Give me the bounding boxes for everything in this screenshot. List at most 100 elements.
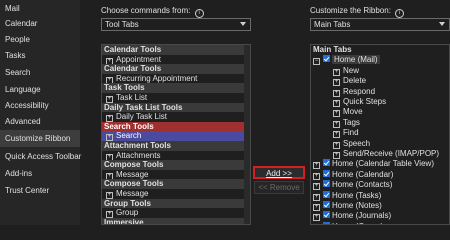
expand-icon[interactable]: + xyxy=(313,183,320,191)
nav-item-add-ins[interactable]: Add-ins xyxy=(0,165,80,182)
ribbon-tab-item[interactable]: − Home (Mail) xyxy=(311,55,449,66)
expand-icon[interactable]: + xyxy=(333,131,340,139)
tool-group-header[interactable]: Compose Tools xyxy=(102,179,250,189)
ribbon-group-item[interactable]: + Move xyxy=(311,107,449,118)
customize-ribbon-text: Customize the Ribbon: xyxy=(310,6,391,15)
expand-icon[interactable]: + xyxy=(313,193,320,201)
tool-tab-item[interactable]: + Search xyxy=(102,131,250,142)
expand-icon[interactable]: + xyxy=(333,68,340,76)
expand-icon[interactable]: + xyxy=(333,79,340,87)
collapse-icon[interactable]: − xyxy=(313,58,320,66)
ribbon-group-item[interactable]: + Tags xyxy=(311,118,449,128)
scrollbar[interactable] xyxy=(244,45,250,224)
tool-tab-item[interactable]: + Group xyxy=(102,208,250,219)
add-button-label: Add >> xyxy=(266,169,292,178)
expand-icon[interactable]: + xyxy=(313,204,320,211)
expand-icon[interactable]: + xyxy=(333,89,340,97)
nav-item-calendar[interactable]: Calendar xyxy=(0,15,80,32)
tool-tab-item[interactable]: + Task List xyxy=(102,93,250,103)
nav-item-tasks[interactable]: Tasks xyxy=(0,47,80,64)
customize-ribbon-dropdown[interactable]: Main Tabs xyxy=(310,18,450,31)
ribbon-tab-item[interactable]: + Home (Contacts) xyxy=(311,180,449,191)
nav-item-advanced[interactable]: Advanced xyxy=(0,113,80,130)
checkbox-checked[interactable] xyxy=(323,190,330,198)
row-label: Appointment xyxy=(116,54,161,64)
tool-group-header[interactable]: Task Tools xyxy=(102,83,250,93)
ribbon-group-item[interactable]: + Delete xyxy=(311,76,449,87)
tool-group-header[interactable]: Calendar Tools xyxy=(102,64,250,74)
ribbon-tabs-tree[interactable]: Main Tabs − Home (Mail) + New + Delete + Respon… xyxy=(310,44,450,225)
row-label: Home (Group) xyxy=(332,222,383,224)
checkbox-checked[interactable] xyxy=(323,211,330,219)
row-label: Respond xyxy=(343,86,376,96)
row-label: Attachments xyxy=(116,150,161,160)
info-icon[interactable]: i xyxy=(194,9,204,18)
tool-tab-item[interactable]: + Attachments xyxy=(102,151,250,161)
ribbon-tab-item[interactable]: + Home (Tasks) xyxy=(311,190,449,201)
expand-icon[interactable]: + xyxy=(313,162,320,170)
choose-commands-dropdown[interactable]: Tool Tabs xyxy=(101,18,251,31)
checkbox-checked[interactable] xyxy=(323,169,330,177)
checkbox-checked[interactable] xyxy=(323,55,330,63)
nav-item-accessibility[interactable]: Accessibility xyxy=(0,97,80,114)
expand-icon[interactable]: + xyxy=(333,110,340,118)
checkbox-checked[interactable] xyxy=(323,180,330,188)
info-icon[interactable]: i xyxy=(395,9,405,18)
add-button[interactable]: Add >> xyxy=(253,166,305,179)
remove-button[interactable]: << Remove xyxy=(254,181,304,194)
row-label: Home (Contacts) xyxy=(332,180,393,190)
ribbon-group-item[interactable]: + New xyxy=(311,66,449,76)
row-label: Calendar Tools xyxy=(104,45,162,54)
tool-tab-item[interactable]: + Daily Task List xyxy=(102,112,250,123)
ribbon-tab-item[interactable]: +Home (Group) xyxy=(311,221,449,224)
expand-icon[interactable]: + xyxy=(333,152,340,159)
row-label: Move xyxy=(343,107,363,117)
row-label: Compose Tools xyxy=(104,179,164,189)
ribbon-group-item[interactable]: + Send/Receive (IMAP/POP) xyxy=(311,149,449,159)
choose-commands-text: Choose commands from: xyxy=(101,6,191,15)
ribbon-tab-item[interactable]: + Home (Calendar) xyxy=(311,169,449,180)
row-label: Find xyxy=(343,128,359,138)
ribbon-group-item[interactable]: + Speech xyxy=(311,139,449,149)
row-label: Daily Task List xyxy=(116,112,167,122)
ribbon-group-item[interactable]: + Quick Steps xyxy=(311,97,449,107)
tool-group-header[interactable]: Search Tools xyxy=(102,121,250,132)
nav-item-quick-access-toolbar[interactable]: Quick Access Toolbar xyxy=(0,148,81,165)
expand-icon[interactable]: + xyxy=(333,100,340,107)
nav-item-language[interactable]: Language xyxy=(0,81,80,98)
tool-tab-item[interactable]: + Appointment xyxy=(102,55,250,65)
checkbox-checked[interactable] xyxy=(323,201,330,208)
nav-item-trust-center[interactable]: Trust Center xyxy=(0,182,80,199)
expand-icon[interactable]: + xyxy=(313,214,320,222)
row-label: Search Tools xyxy=(104,121,154,131)
tool-tab-item[interactable]: + Recurring Appointment xyxy=(102,74,250,84)
checkbox-checked[interactable] xyxy=(323,159,330,167)
tool-group-header[interactable]: Attachment Tools xyxy=(102,141,250,151)
ribbon-tab-item[interactable]: + Home (Calendar Table View) xyxy=(311,159,449,170)
row-label: Group Tools xyxy=(104,198,151,208)
tool-tab-item[interactable]: + Message xyxy=(102,189,250,199)
tree-header: Main Tabs xyxy=(313,45,352,54)
checkbox-checked[interactable] xyxy=(323,221,330,224)
expand-icon[interactable]: + xyxy=(333,141,340,149)
nav-item-people[interactable]: People xyxy=(0,31,80,48)
row-label: Message xyxy=(116,189,149,198)
nav-item-search[interactable]: Search xyxy=(0,64,80,81)
nav-item-customize-ribbon[interactable]: Customize Ribbon xyxy=(0,130,80,147)
tool-group-header[interactable]: Calendar Tools xyxy=(102,45,250,55)
expand-icon[interactable]: + xyxy=(313,172,320,180)
ribbon-tab-item[interactable]: + Home (Journals) xyxy=(311,211,449,222)
commands-list[interactable]: Calendar Tools + Appointment Calendar Tools… xyxy=(101,44,251,225)
nav-divider xyxy=(4,141,76,142)
tool-group-header[interactable]: Group Tools xyxy=(102,198,250,209)
ribbon-group-item[interactable]: + Respond xyxy=(311,87,449,97)
expand-icon[interactable]: + xyxy=(333,120,340,128)
row-label: Quick Steps xyxy=(343,97,387,106)
ribbon-group-item[interactable]: + Find xyxy=(311,128,449,139)
tool-group-header[interactable]: Immersive xyxy=(102,217,250,224)
tool-tab-item[interactable]: + Message xyxy=(102,170,250,180)
ribbon-tab-item[interactable]: + Home (Notes) xyxy=(311,201,449,211)
row-label: Home (Tasks) xyxy=(332,190,382,200)
tool-group-header[interactable]: Compose Tools xyxy=(102,160,250,170)
tool-group-header[interactable]: Daily Task List Tools xyxy=(102,102,250,113)
